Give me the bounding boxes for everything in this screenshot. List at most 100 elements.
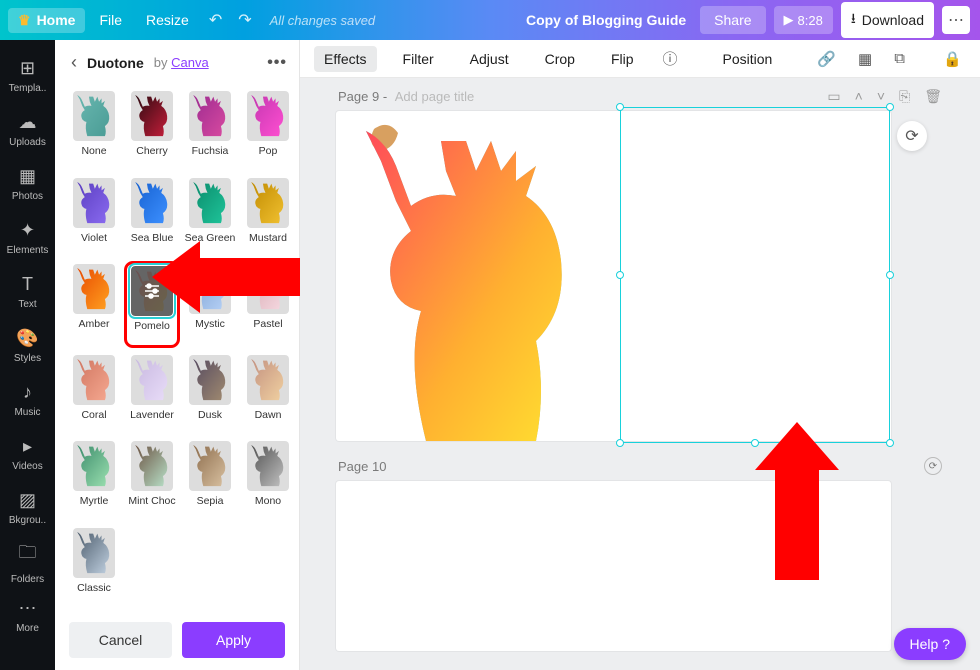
share-button[interactable]: Share — [700, 6, 765, 34]
rail-item-folders[interactable]: 🗀Folders — [0, 536, 55, 588]
duplicate-page-icon[interactable]: ⎘ — [899, 88, 910, 105]
preset-dawn[interactable]: Dawn — [243, 355, 293, 432]
rail-label: More — [16, 623, 39, 634]
preset-label: Fuchsia — [192, 145, 229, 157]
canva-link[interactable]: Canva — [171, 55, 209, 70]
preset-label: Lavender — [130, 409, 174, 421]
rail-item-templa[interactable]: ⊞ Templa.. — [0, 50, 55, 102]
preset-label: Mono — [255, 495, 281, 507]
file-menu[interactable]: File — [89, 8, 132, 32]
rail-label: Folders — [11, 574, 44, 585]
annotation-arrow-left — [200, 258, 300, 296]
document-title[interactable]: Copy of Blogging Guide — [512, 12, 700, 28]
preset-sepia[interactable]: Sepia — [185, 441, 235, 518]
rail-item-music[interactable]: ♪Music — [0, 374, 55, 426]
filter-tab[interactable]: Filter — [393, 46, 444, 72]
preset-label: Classic — [77, 582, 111, 594]
preset-pop[interactable]: Pop — [243, 91, 293, 168]
cancel-button[interactable]: Cancel — [69, 622, 172, 658]
overflow-menu-button[interactable]: ⋯ — [942, 6, 970, 34]
annotation-arrow-up — [775, 470, 819, 580]
grid-view-icon[interactable]: ▭ — [827, 88, 840, 105]
rail-label: Styles — [14, 353, 41, 364]
preset-thumb — [189, 178, 231, 228]
back-icon[interactable]: ‹ — [67, 50, 81, 75]
position-button[interactable]: Position — [713, 46, 783, 72]
flip-tab[interactable]: Flip — [601, 46, 644, 72]
image-pomelo[interactable] — [336, 111, 606, 441]
rail-label: Uploads — [9, 137, 46, 148]
link-icon[interactable]: 🔗 — [814, 47, 839, 71]
rail-icon: ⊞ — [20, 58, 35, 79]
preset-thumb — [189, 355, 231, 405]
preset-mint-choc[interactable]: Mint Choc — [127, 441, 177, 518]
rail-item-photos[interactable]: ▦Photos — [0, 158, 55, 210]
preset-thumb — [247, 355, 289, 405]
preset-mustard[interactable]: Mustard — [243, 178, 293, 255]
rail-label: Photos — [12, 191, 43, 202]
rail-item-videos[interactable]: ▸Videos — [0, 428, 55, 480]
preset-thumb — [189, 91, 231, 141]
help-button[interactable]: Help ? — [894, 628, 966, 660]
page-header-icons: ▭ ˄ ˅ ⎘ 🗑 — [827, 88, 942, 105]
undo-icon[interactable]: ↶ — [203, 10, 228, 30]
refresh-icon[interactable]: ⟳ — [897, 121, 927, 151]
download-icon: ⭳ — [851, 8, 856, 32]
copy-style-icon[interactable]: ⧉ — [891, 47, 908, 70]
sync-icon[interactable]: ⟳ — [924, 457, 942, 475]
rail-item-elements[interactable]: ✦Elements — [0, 212, 55, 264]
preset-thumb — [131, 441, 173, 491]
selection-box — [620, 107, 890, 443]
crop-tab[interactable]: Crop — [535, 46, 585, 72]
top-left-group: ♛ Home File Resize ↶ ↷ All changes saved — [0, 8, 383, 33]
delete-page-icon[interactable]: 🗑 — [924, 88, 942, 105]
preset-cherry[interactable]: Cherry — [127, 91, 177, 168]
rail-label: Templa.. — [9, 83, 47, 94]
rail-item-text[interactable]: TText — [0, 266, 55, 318]
preset-thumb — [247, 91, 289, 141]
preset-fuchsia[interactable]: Fuchsia — [185, 91, 235, 168]
preset-lavender[interactable]: Lavender — [127, 355, 177, 432]
preset-classic[interactable]: Classic — [69, 528, 119, 605]
preset-dusk[interactable]: Dusk — [185, 355, 235, 432]
preset-myrtle[interactable]: Myrtle — [69, 441, 119, 518]
rail-icon: ✦ — [20, 220, 35, 241]
rail-item-bkgrou[interactable]: ▨Bkgrou.. — [0, 482, 55, 534]
adjust-tab[interactable]: Adjust — [460, 46, 519, 72]
canvas-area[interactable]: Page 9 - Add page title ▭ ˄ ˅ ⎘ 🗑 — [300, 78, 980, 670]
redo-icon[interactable]: ↷ — [232, 10, 257, 30]
page-title-input[interactable]: Add page title — [395, 89, 475, 104]
rail-icon: ♪ — [23, 382, 32, 403]
download-button[interactable]: ⭳ Download — [841, 2, 934, 38]
preset-thumb — [73, 91, 115, 141]
preset-label: Amber — [79, 318, 110, 330]
page-up-icon[interactable]: ˄ — [855, 88, 863, 105]
rail-icon: ☁ — [19, 112, 37, 133]
rail-item-uploads[interactable]: ☁ Uploads — [0, 104, 55, 156]
home-button[interactable]: ♛ Home — [8, 8, 85, 33]
resize-menu[interactable]: Resize — [136, 8, 199, 32]
panel-more-icon[interactable]: ••• — [267, 54, 287, 72]
transparency-icon[interactable]: ▦ — [855, 47, 875, 71]
preset-thumb — [247, 441, 289, 491]
preset-thumb — [73, 264, 115, 314]
preset-amber[interactable]: Amber — [69, 264, 119, 345]
preset-mono[interactable]: Mono — [243, 441, 293, 518]
rail-label: Bkgrou.. — [9, 515, 46, 526]
preset-thumb — [73, 441, 115, 491]
panel-title: Duotone — [87, 55, 144, 71]
page-down-icon[interactable]: ˅ — [877, 88, 885, 105]
rail-item-styles[interactable]: 🎨Styles — [0, 320, 55, 372]
apply-button[interactable]: Apply — [182, 622, 285, 658]
preset-violet[interactable]: Violet — [69, 178, 119, 255]
preset-coral[interactable]: Coral — [69, 355, 119, 432]
preset-label: Pomelo — [134, 320, 170, 332]
page-surface[interactable]: ⟳ — [336, 111, 891, 441]
lock-icon[interactable]: 🔒 — [940, 47, 965, 71]
preset-label: Pop — [259, 145, 278, 157]
present-button[interactable]: ▶ 8:28 — [774, 6, 833, 34]
preset-none[interactable]: None — [69, 91, 119, 168]
effects-tab[interactable]: Effects — [314, 46, 377, 72]
info-icon[interactable]: ⓘ — [660, 45, 681, 72]
rail-item-more[interactable]: ⋯More — [0, 590, 55, 642]
